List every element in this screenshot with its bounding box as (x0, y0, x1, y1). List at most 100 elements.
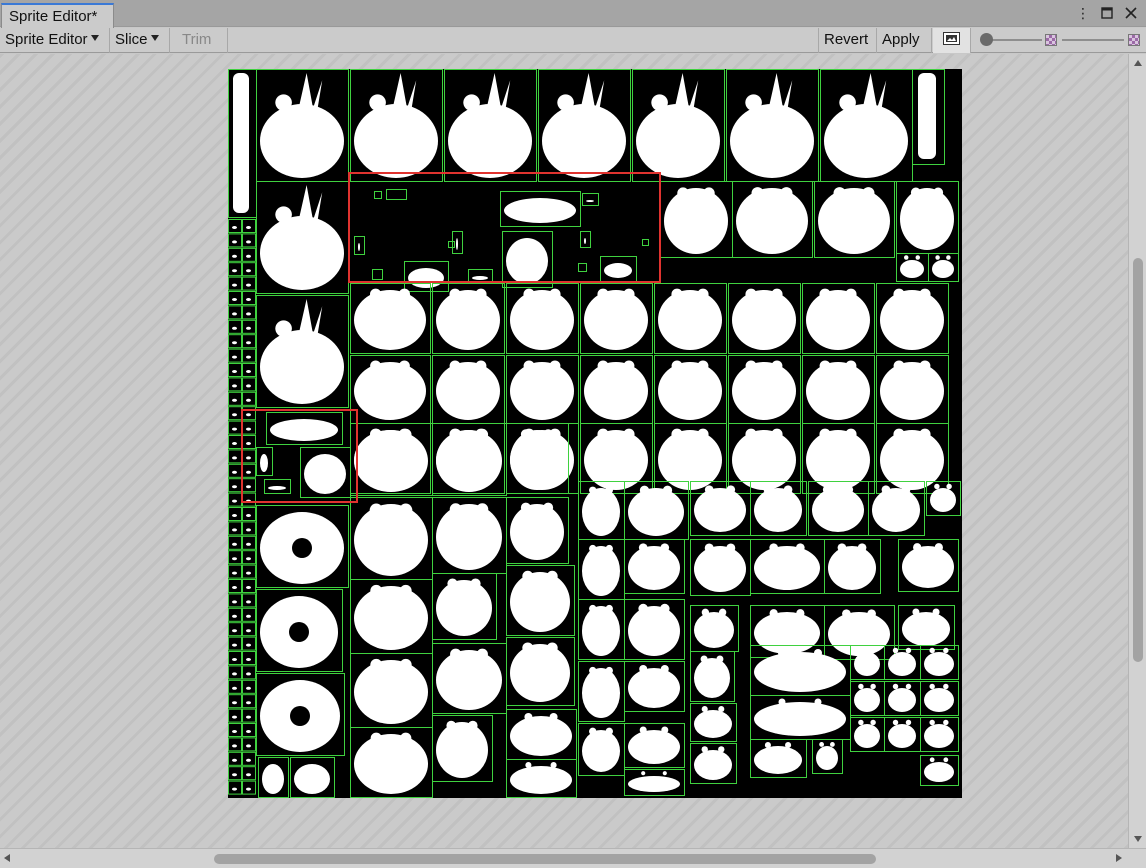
sprite-ear (557, 94, 574, 111)
sprite-ear (400, 732, 412, 744)
sprite-shape (854, 688, 880, 712)
sprite-ear (778, 649, 786, 657)
revert-button[interactable]: Revert (819, 28, 877, 53)
horizontal-scrollbar[interactable] (0, 848, 1146, 868)
scroll-right-icon[interactable] (1116, 854, 1122, 862)
sprite-ear (892, 719, 899, 726)
sprite-shape (232, 226, 237, 229)
vertical-scrollbar[interactable] (1128, 54, 1146, 848)
sprite-shape (694, 612, 734, 648)
sprite-shape (582, 668, 620, 718)
sprite-rect (242, 636, 256, 651)
sprite-ear (839, 94, 856, 111)
sprite-ear (476, 648, 488, 660)
vertical-scroll-thumb[interactable] (1133, 258, 1143, 662)
scroll-down-icon[interactable] (1134, 836, 1142, 842)
scroll-up-icon[interactable] (1134, 60, 1142, 66)
sprite-rect (228, 507, 242, 521)
sprite-ear (370, 658, 383, 671)
sprite-rect (242, 550, 256, 565)
sprite-ear (661, 726, 669, 734)
sprite-shape (232, 758, 237, 762)
sprite-ear (697, 288, 709, 300)
more-vert-icon[interactable]: ⋮ (1074, 4, 1092, 22)
sprite-rect (228, 219, 242, 233)
sprite-shape (628, 776, 680, 792)
sprite-shape (232, 384, 237, 388)
sprite-rect (228, 665, 242, 680)
sprite-shape (232, 686, 237, 690)
sprite-shape (246, 355, 251, 359)
preview-toggle-button[interactable] (933, 28, 971, 53)
sprite-ear (704, 485, 714, 494)
slice-dropdown[interactable]: Slice (110, 28, 170, 53)
sprite-ear (520, 429, 531, 440)
sprite-shape (436, 362, 500, 420)
sprite-ear (932, 608, 940, 616)
sprite-rect (242, 579, 256, 593)
horizontal-scroll-thumb[interactable] (214, 854, 876, 864)
mode-dropdown-label: Sprite Editor (5, 31, 88, 48)
selection-rect-small[interactable] (241, 409, 358, 503)
sprite-shape (232, 341, 237, 345)
sprite-ear (763, 485, 773, 494)
sprite-rect (228, 535, 242, 550)
sprite-rect (228, 406, 242, 421)
sprite-ear (703, 187, 715, 199)
sprite-shape (294, 764, 330, 794)
sprite-ear (745, 360, 757, 372)
sprite-rect (242, 665, 256, 680)
revert-label: Revert (824, 31, 869, 48)
sprite-rect (242, 535, 256, 550)
sprite-rect (228, 363, 242, 377)
sprite-rect (228, 247, 242, 262)
scroll-left-icon[interactable] (4, 854, 10, 862)
sprite-shape (232, 240, 237, 244)
sprite-shape (510, 572, 570, 632)
sprite-ear (858, 719, 864, 726)
sprite-shape (354, 504, 428, 576)
sprite-shape (732, 290, 796, 350)
sprite-sheet[interactable] (228, 69, 962, 798)
sprite-canvas[interactable] (0, 54, 1128, 848)
sprite-ear (623, 288, 635, 300)
sprite-rect (228, 463, 242, 478)
apply-button[interactable]: Apply (877, 28, 932, 53)
alpha-slider[interactable] (978, 28, 1044, 53)
sprite-ear (369, 503, 383, 517)
selection-rect-large[interactable] (348, 172, 661, 283)
sprite-shape (448, 104, 532, 178)
sprite-shape (628, 730, 680, 764)
sprite-ear (919, 428, 931, 440)
sprite-ear (449, 428, 462, 441)
alpha-slider-knob[interactable] (980, 33, 993, 46)
sprite-ear (842, 609, 851, 618)
sprite-ear (769, 543, 778, 552)
sprite-ear (605, 486, 613, 494)
sprite-shape (246, 283, 251, 287)
sprite-ear (904, 255, 909, 260)
sprite-shape (246, 514, 251, 517)
maximize-icon[interactable] (1098, 4, 1116, 22)
sprite-rect (242, 564, 256, 579)
sprite-rect (228, 233, 242, 248)
sprite-shape (754, 702, 846, 736)
close-icon[interactable] (1122, 4, 1140, 22)
sprite-shape (436, 504, 502, 570)
zoom-slider[interactable] (1060, 28, 1126, 53)
sprite-hole (292, 538, 312, 558)
image-preview-icon (943, 32, 960, 45)
sprite-ear (893, 360, 905, 372)
tab-sprite-editor[interactable]: Sprite Editor* (1, 3, 114, 28)
sprite-ear (662, 771, 667, 776)
sprite-shape (932, 260, 954, 278)
sprite-shape (354, 290, 426, 350)
sprite-ear (475, 288, 487, 300)
sprite-ear (934, 483, 940, 490)
sprite-shape (658, 290, 722, 350)
sprite-shape (436, 722, 488, 778)
mode-dropdown[interactable]: Sprite Editor (0, 28, 110, 53)
trim-button[interactable]: Trim (171, 28, 228, 53)
sprite-shape (232, 643, 237, 647)
sprite-shape (232, 542, 237, 546)
